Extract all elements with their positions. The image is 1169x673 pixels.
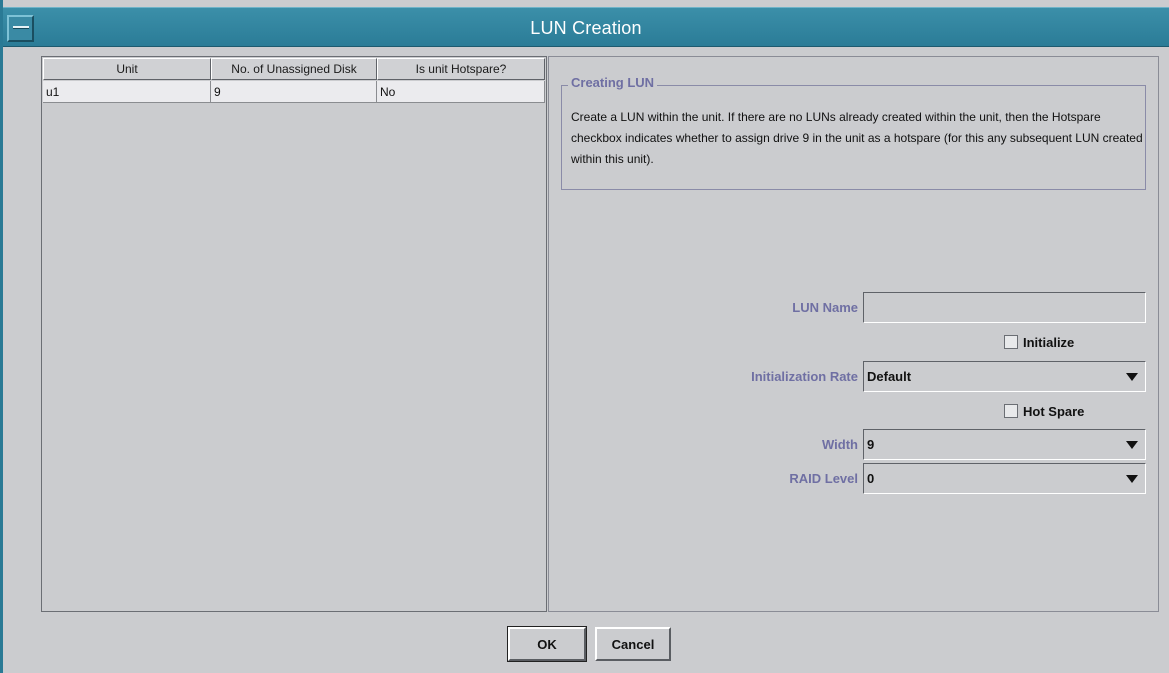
column-header-unassigned-disk[interactable]: No. of Unassigned Disk (211, 58, 377, 80)
initialize-checkbox[interactable] (1004, 335, 1018, 349)
cell-hotspare: No (377, 81, 545, 102)
width-value: 9 (867, 437, 875, 452)
initialize-label: Initialize (1023, 334, 1075, 350)
dropdown-arrow-icon (1126, 373, 1138, 381)
lun-name-label: LUN Name (792, 300, 858, 315)
width-label: Width (822, 437, 858, 452)
hot-spare-checkbox[interactable] (1004, 404, 1018, 418)
cell-unassigned-disk: 9 (211, 81, 377, 102)
init-rate-label: Initialization Rate (751, 369, 858, 384)
width-select[interactable]: 9 (863, 429, 1146, 460)
lun-settings-panel: Create a LUN within the unit. If there a… (548, 56, 1159, 612)
init-rate-value: Default (867, 369, 912, 384)
ok-button[interactable]: OK (507, 626, 587, 662)
init-rate-select[interactable]: Default (863, 361, 1146, 392)
window-title: LUN Creation (530, 18, 642, 38)
hot-spare-label: Hot Spare (1023, 403, 1085, 419)
raid-level-label: RAID Level (789, 471, 858, 486)
title-bar[interactable]: LUN Creation (3, 7, 1169, 47)
column-header-unit[interactable]: Unit (43, 58, 211, 80)
dropdown-arrow-icon (1126, 475, 1138, 483)
unit-table: Unit No. of Unassigned Disk Is unit Hots… (41, 56, 547, 612)
group-title: Creating LUN (568, 75, 658, 90)
table-row[interactable]: u1 9 No (43, 81, 545, 103)
raid-level-value: 0 (867, 471, 875, 486)
hot-spare-checkbox-row[interactable]: Hot Spare (1004, 402, 1084, 420)
group-description: Create a LUN within the unit. If there a… (571, 110, 1143, 166)
lun-name-input[interactable] (863, 292, 1146, 323)
cell-unit: u1 (43, 81, 211, 102)
column-header-hotspare[interactable]: Is unit Hotspare? (377, 58, 545, 80)
lun-creation-window: LUN Creation Unit No. of Unassigned Disk… (0, 0, 1169, 673)
table-header: Unit No. of Unassigned Disk Is unit Hots… (43, 58, 545, 80)
creating-lun-group: Create a LUN within the unit. If there a… (561, 85, 1146, 190)
cancel-button[interactable]: Cancel (595, 627, 671, 661)
initialize-checkbox-row[interactable]: Initialize (1004, 333, 1074, 351)
dropdown-arrow-icon (1126, 441, 1138, 449)
raid-level-select[interactable]: 0 (863, 463, 1146, 494)
